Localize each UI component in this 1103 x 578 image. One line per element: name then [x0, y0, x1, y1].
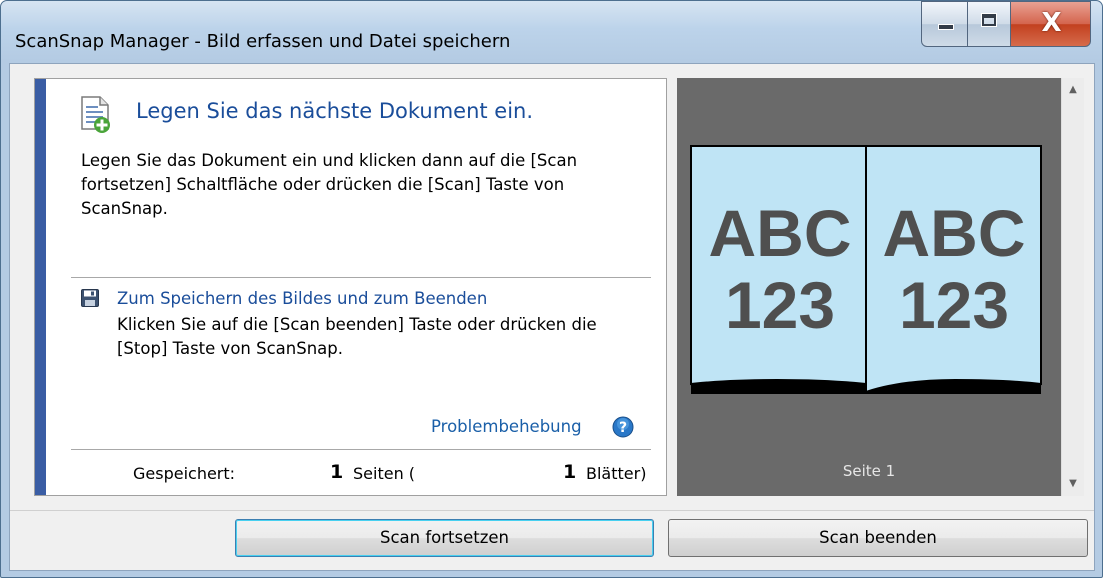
left-page-line2: 123: [725, 268, 835, 342]
saved-label: Gespeichert:: [133, 464, 236, 483]
maximize-icon: [981, 13, 997, 27]
close-icon: X: [1041, 8, 1062, 38]
accent-bar: [35, 79, 46, 495]
maximize-button[interactable]: [967, 1, 1011, 47]
saved-pages-count: 1: [330, 461, 344, 483]
headline: Legen Sie das nächste Dokument ein.: [136, 99, 534, 123]
section-divider: [71, 277, 651, 278]
help-icon[interactable]: ?: [612, 416, 634, 438]
instruction-text: Legen Sie das Dokument ein und klicken d…: [81, 151, 578, 218]
scansnap-window: ScanSnap Manager - Bild erfassen und Dat…: [0, 0, 1103, 578]
instruction-panel: Legen Sie das nächste Dokument ein. Lege…: [34, 78, 667, 496]
saved-sheets-count: 1: [563, 461, 577, 483]
dialog-body: Legen Sie das nächste Dokument ein. Lege…: [9, 63, 1095, 571]
scan-preview: ABC 123 ABC 123 Seite 1: [677, 78, 1061, 496]
chevron-down-icon[interactable]: ▼: [1062, 474, 1084, 494]
button-separator: [10, 510, 1094, 511]
right-page-line1: ABC: [883, 196, 1026, 270]
right-page-line2: 123: [899, 268, 1009, 342]
floppy-disk-icon: [81, 289, 99, 307]
svg-text:?: ?: [619, 420, 627, 436]
continue-scan-button[interactable]: Scan fortsetzen: [235, 519, 654, 557]
page-caption: Seite 1: [842, 462, 896, 480]
save-heading: Zum Speichern des Bildes und zum Beenden: [117, 289, 488, 308]
save-instruction-text: Klicken Sie auf die [Scan beenden] Taste…: [117, 315, 597, 358]
saved-pages-label: Seiten (: [353, 464, 416, 483]
troubleshooting-link[interactable]: Problembehebung: [431, 417, 582, 436]
saved-sheets-label: Blätter): [586, 464, 647, 483]
scanned-page-thumbnail: ABC 123 ABC 123: [690, 145, 1042, 394]
window-title: ScanSnap Manager - Bild erfassen und Dat…: [15, 31, 511, 52]
chevron-up-icon[interactable]: ▲: [1062, 80, 1084, 100]
status-divider: [71, 449, 651, 450]
minimize-icon: [938, 24, 954, 30]
minimize-button[interactable]: [921, 1, 968, 47]
close-button[interactable]: X: [1010, 1, 1091, 47]
finish-scan-button[interactable]: Scan beenden: [668, 519, 1088, 557]
preview-scrollbar[interactable]: ▲ ▼: [1061, 78, 1084, 496]
left-page-line1: ABC: [709, 196, 852, 270]
document-add-icon: [81, 96, 110, 133]
